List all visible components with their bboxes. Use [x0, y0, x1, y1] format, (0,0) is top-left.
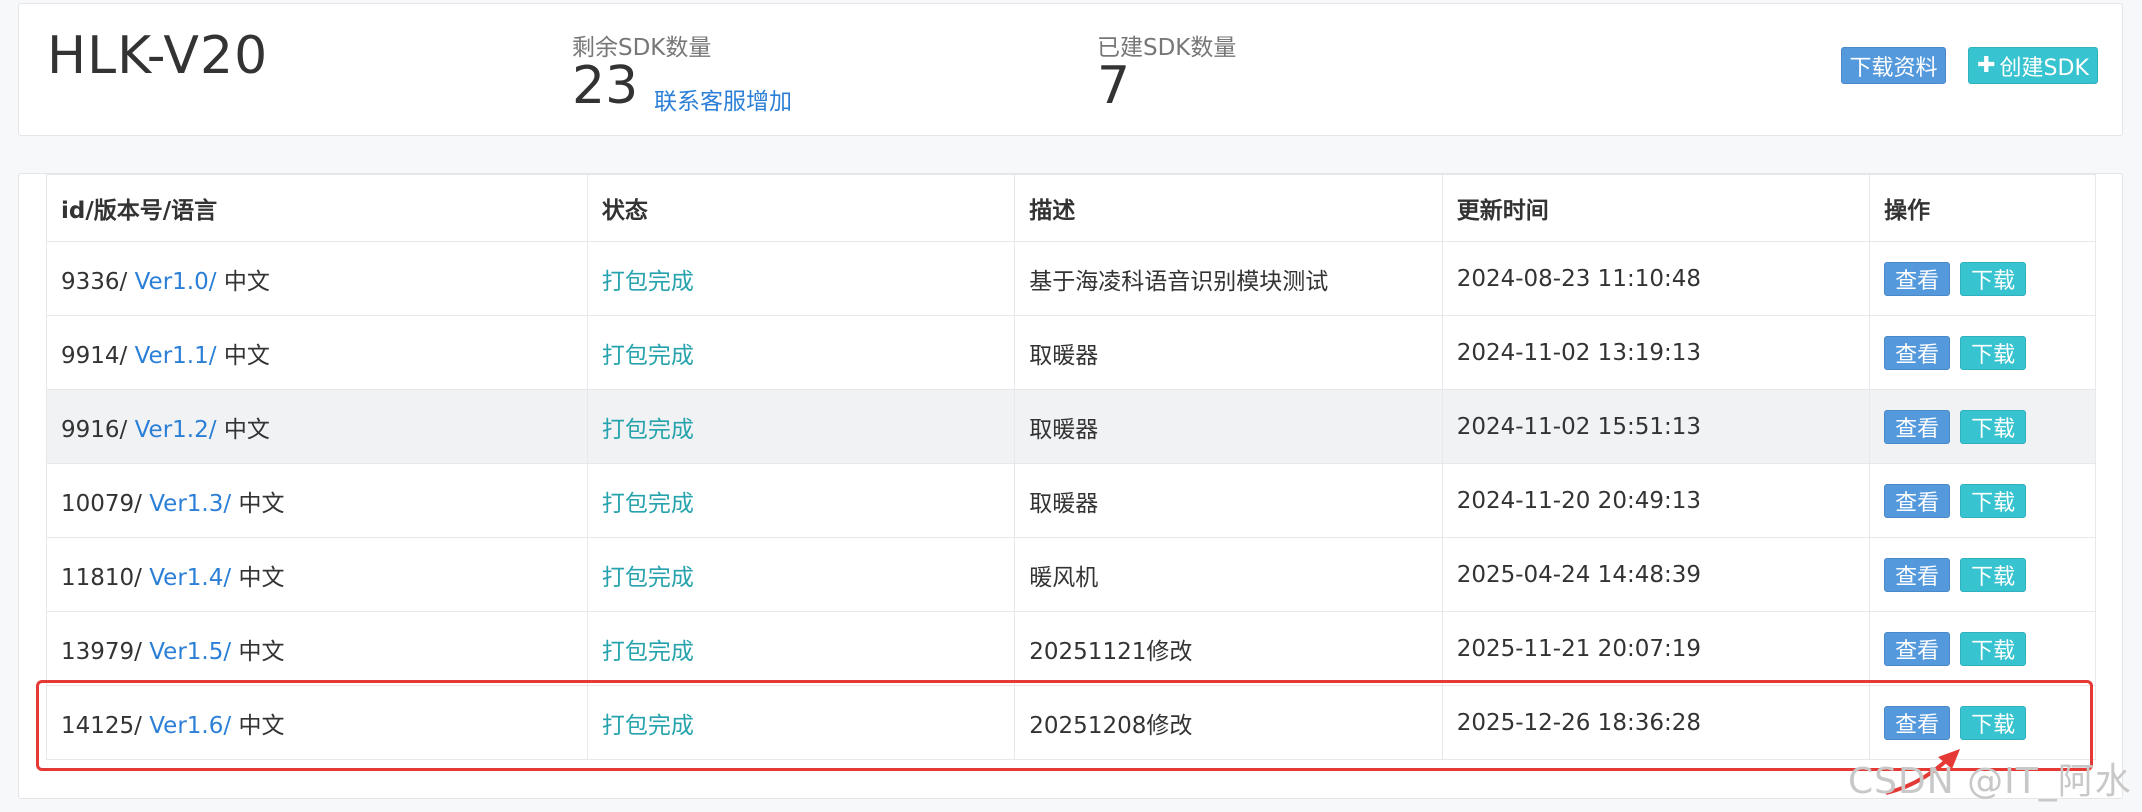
- version-link[interactable]: Ver1.1/: [135, 343, 217, 369]
- row-id: 13979/: [61, 638, 142, 665]
- view-button[interactable]: 查看: [1884, 261, 1951, 296]
- status-text: 打包完成: [586, 315, 1016, 390]
- row-language: 中文: [223, 342, 270, 369]
- table-header-row: id/版本号/语言 状态 描述 更新时间 操作: [46, 174, 2096, 242]
- page-title: HLK-V20: [47, 26, 269, 86]
- cell-id-version: 9916/ Ver1.2/ 中文: [46, 389, 588, 464]
- table-row: 9916/ Ver1.2/ 中文 打包完成 取暖器 2024-11-02 15:…: [46, 389, 2096, 464]
- status-text: 打包完成: [586, 611, 1016, 686]
- download-button[interactable]: 下载: [1960, 409, 2027, 444]
- status-text: 打包完成: [586, 537, 1016, 612]
- update-time-text: 2024-11-02 13:19:13: [1441, 315, 1871, 390]
- update-time-text: 2024-11-02 15:51:13: [1441, 389, 1871, 464]
- view-button[interactable]: 查看: [1884, 557, 1951, 592]
- row-id: 9914/: [61, 342, 128, 369]
- status-text: 打包完成: [586, 463, 1016, 538]
- description-text: 取暖器: [1014, 463, 1443, 538]
- version-link[interactable]: Ver1.4/: [149, 565, 231, 591]
- row-language: 中文: [223, 416, 270, 443]
- cell-id-version: 9914/ Ver1.1/ 中文: [46, 315, 588, 390]
- column-header-update-time: 更新时间: [1441, 174, 1871, 242]
- update-time-text: 2024-08-23 11:10:48: [1441, 241, 1871, 316]
- view-button[interactable]: 查看: [1884, 335, 1951, 370]
- status-text: 打包完成: [586, 241, 1016, 316]
- cell-id-version: 11810/ Ver1.4/ 中文: [46, 537, 588, 612]
- contact-support-link[interactable]: 联系客服增加: [654, 82, 792, 116]
- column-header-id: id/版本号/语言: [46, 174, 588, 242]
- version-link[interactable]: Ver1.0/: [135, 269, 217, 295]
- update-time-text: 2025-11-21 20:07:19: [1441, 611, 1871, 686]
- description-text: 取暖器: [1014, 389, 1443, 464]
- watermark-text: CSDN @IT_阿水: [1848, 761, 2132, 802]
- version-link[interactable]: Ver1.2/: [135, 417, 217, 443]
- update-time-text: 2025-04-24 14:48:39: [1441, 537, 1871, 612]
- description-text: 基于海凌科语音识别模块测试: [1014, 241, 1443, 316]
- download-button[interactable]: 下载: [1960, 261, 2027, 296]
- actions-cell: 查看 下载: [1869, 537, 2096, 612]
- cell-id-version: 9336/ Ver1.0/ 中文: [46, 241, 588, 316]
- row-id: 10079/: [61, 490, 142, 517]
- highlight-annotation-box: [36, 680, 2093, 771]
- cell-id-version: 13979/ Ver1.5/ 中文: [46, 611, 588, 686]
- actions-cell: 查看 下载: [1869, 315, 2096, 390]
- row-id: 11810/: [61, 564, 142, 591]
- row-id: 9916/: [61, 416, 128, 443]
- column-header-description: 描述: [1014, 174, 1443, 242]
- version-link[interactable]: Ver1.3/: [149, 491, 231, 517]
- description-text: 取暖器: [1014, 315, 1443, 390]
- download-docs-button[interactable]: 下载资料: [1841, 47, 1946, 84]
- actions-cell: 查看 下载: [1869, 463, 2096, 538]
- description-text: 20251121修改: [1014, 611, 1443, 686]
- status-text: 打包完成: [586, 389, 1016, 464]
- row-language: 中文: [238, 638, 285, 665]
- description-text: 暖风机: [1014, 537, 1443, 612]
- row-language: 中文: [223, 268, 270, 295]
- row-id: 9336/: [61, 268, 128, 295]
- table-row: 13979/ Ver1.5/ 中文 打包完成 20251121修改 2025-1…: [46, 611, 2096, 686]
- version-link[interactable]: Ver1.5/: [149, 639, 231, 665]
- view-button[interactable]: 查看: [1884, 631, 1951, 666]
- download-button[interactable]: 下载: [1960, 335, 2027, 370]
- column-header-actions: 操作: [1869, 174, 2096, 242]
- column-header-status: 状态: [586, 174, 1016, 242]
- table-row: 10079/ Ver1.3/ 中文 打包完成 取暖器 2024-11-20 20…: [46, 463, 2096, 538]
- remaining-sdk-count: 23: [572, 56, 639, 116]
- create-sdk-label: 创建SDK: [1999, 55, 2089, 81]
- cell-id-version: 10079/ Ver1.3/ 中文: [46, 463, 588, 538]
- download-button[interactable]: 下载: [1960, 483, 2027, 518]
- actions-cell: 查看 下载: [1869, 241, 2096, 316]
- download-button[interactable]: 下载: [1960, 631, 2027, 666]
- header-panel: HLK-V20 剩余SDK数量 23 联系客服增加 已建SDK数量 7 下载资料…: [18, 3, 2123, 136]
- view-button[interactable]: 查看: [1884, 409, 1951, 444]
- actions-cell: 查看 下载: [1869, 389, 2096, 464]
- actions-cell: 查看 下载: [1869, 611, 2096, 686]
- plus-icon: ✚: [1977, 53, 1996, 78]
- table-row: 9914/ Ver1.1/ 中文 打包完成 取暖器 2024-11-02 13:…: [46, 315, 2096, 390]
- create-sdk-button[interactable]: ✚ 创建SDK: [1968, 47, 2098, 84]
- view-button[interactable]: 查看: [1884, 483, 1951, 518]
- row-language: 中文: [238, 564, 285, 591]
- row-language: 中文: [238, 490, 285, 517]
- update-time-text: 2024-11-20 20:49:13: [1441, 463, 1871, 538]
- table-row: 11810/ Ver1.4/ 中文 打包完成 暖风机 2025-04-24 14…: [46, 537, 2096, 612]
- sdk-table: id/版本号/语言 状态 描述 更新时间 操作 9336/ Ver1.0/ 中文…: [46, 174, 2096, 760]
- table-row: 9336/ Ver1.0/ 中文 打包完成 基于海凌科语音识别模块测试 2024…: [46, 241, 2096, 316]
- download-button[interactable]: 下载: [1960, 557, 2027, 592]
- download-docs-label: 下载资料: [1849, 55, 1938, 81]
- created-sdk-count: 7: [1097, 56, 1131, 116]
